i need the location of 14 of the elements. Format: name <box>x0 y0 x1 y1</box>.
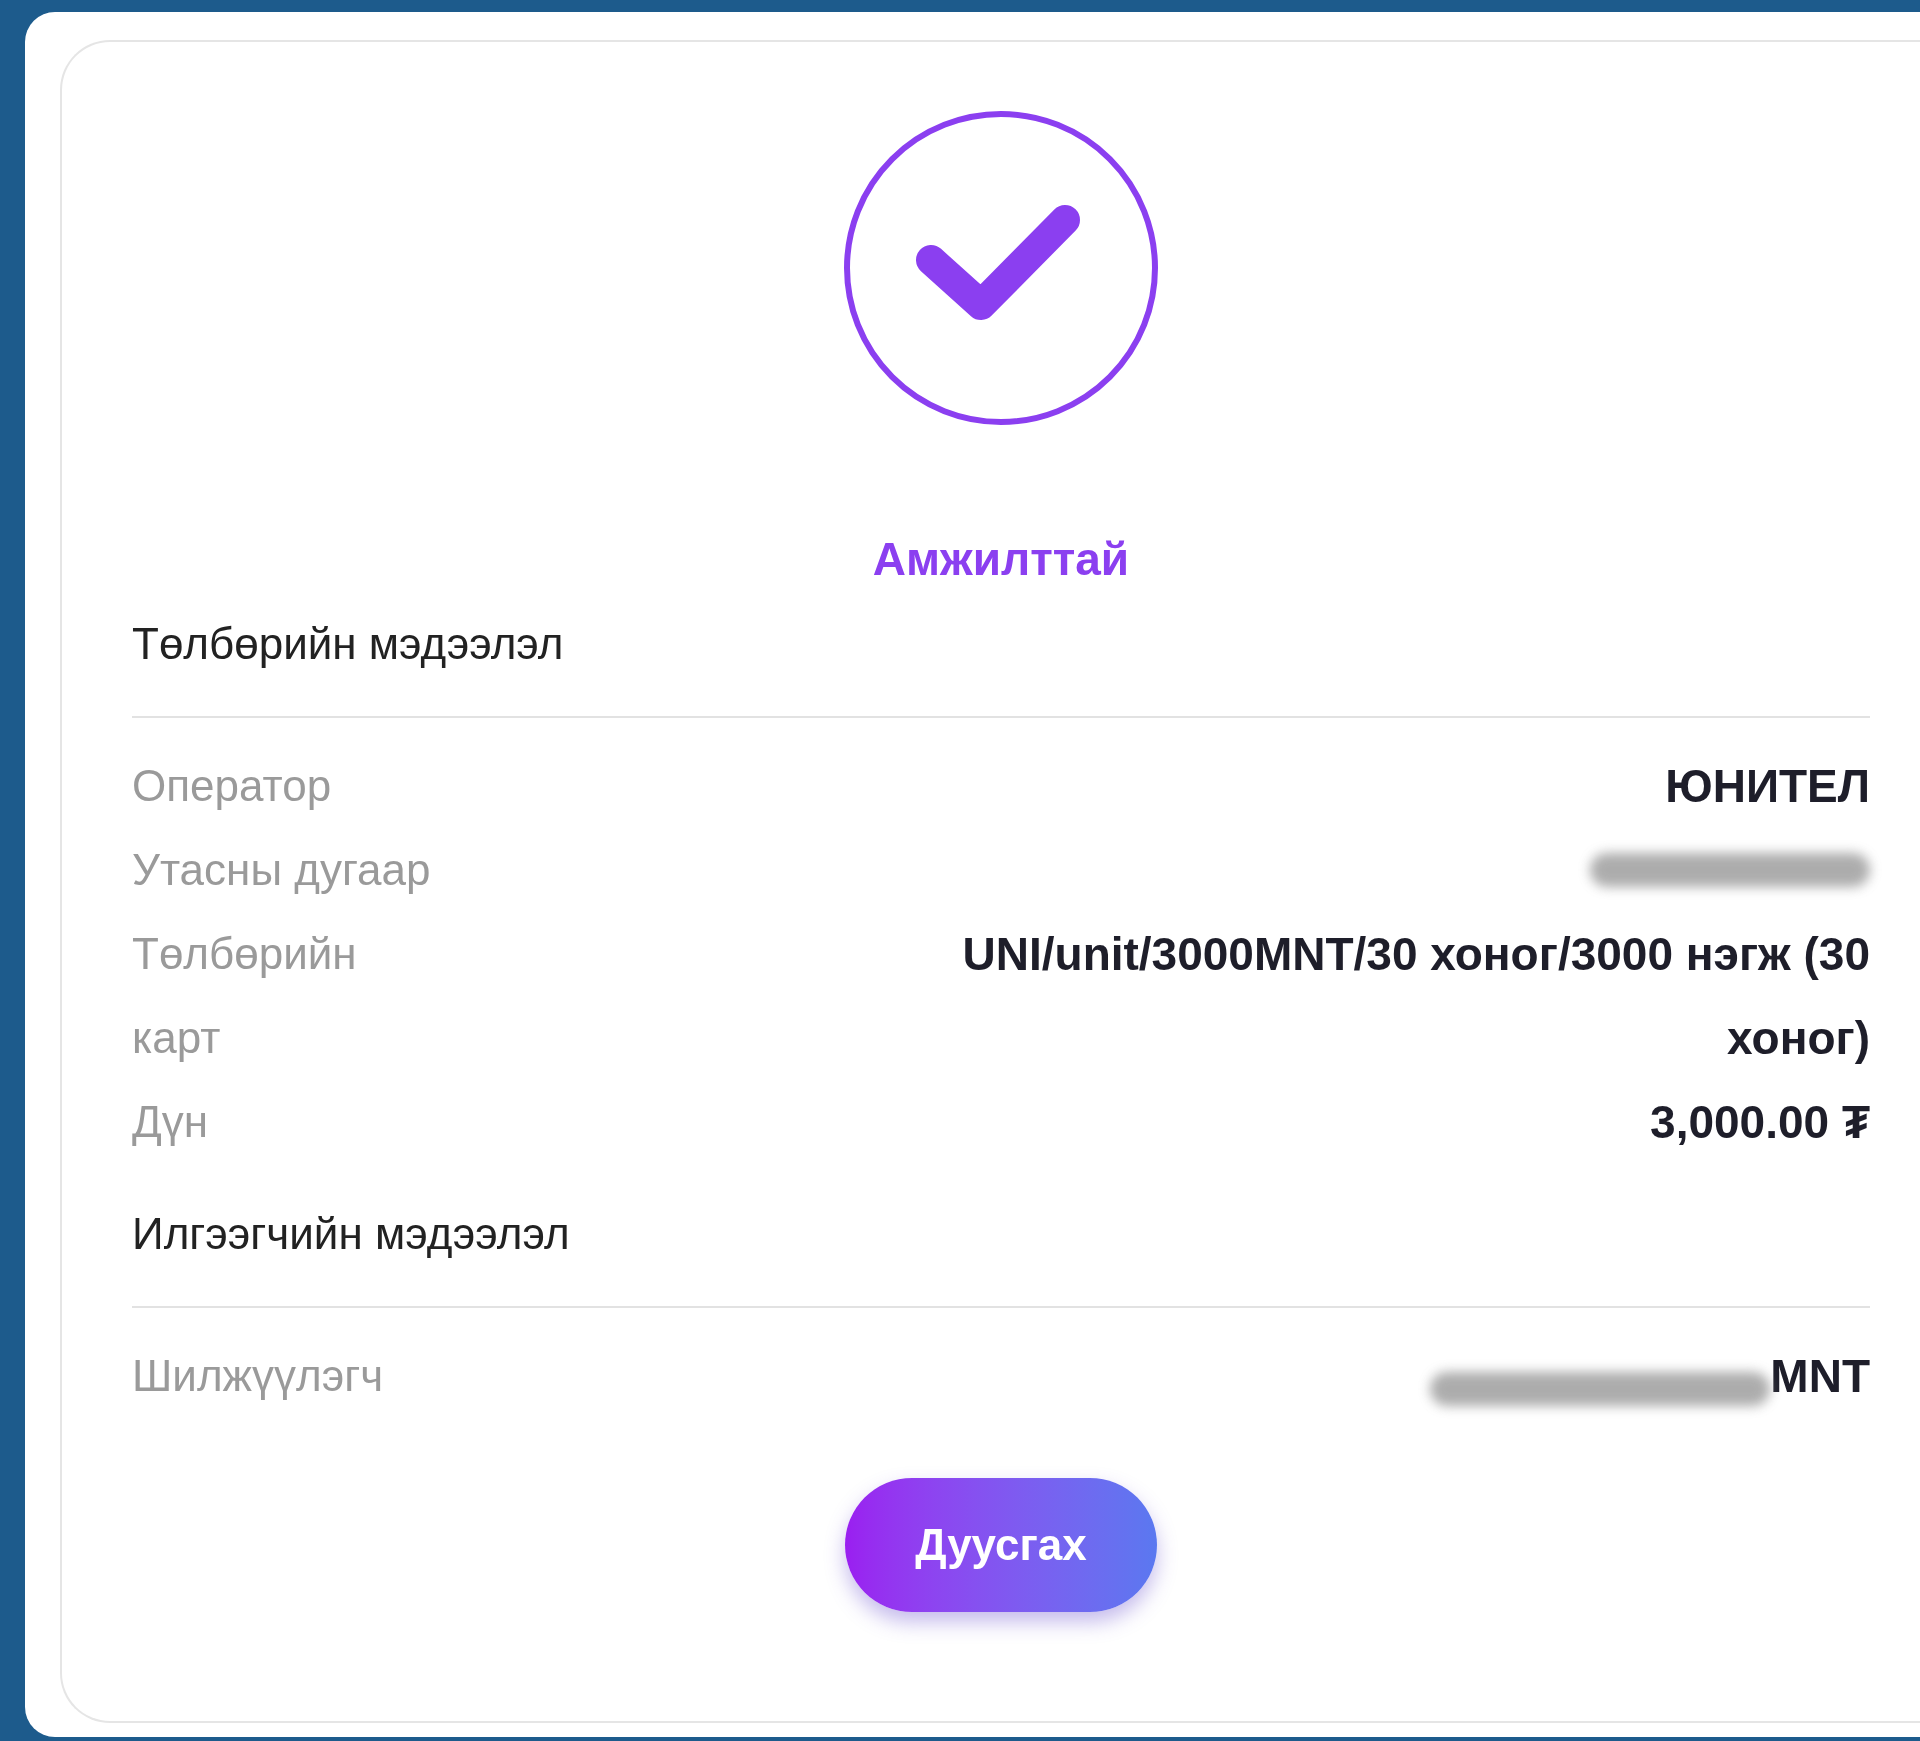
check-circle-icon <box>843 110 1159 426</box>
field-label: Оператор <box>132 760 333 812</box>
section-heading: Төлбөрийн мэдээлэл <box>132 622 565 666</box>
section-heading: Илгээгчийн мэдээлэл <box>132 1212 571 1256</box>
field-label: Утасны дугаар <box>132 844 432 896</box>
field-value: 3,000.00 ₮ <box>1650 1095 1870 1150</box>
finish-button[interactable]: Дуусгах <box>845 1478 1157 1612</box>
field-label: Шилжүүлэгч <box>132 1350 385 1402</box>
field-value: UNI/unit/3000MNT/30 хоног/3000 нэгж (30 хоног) <box>961 927 1870 1066</box>
status-title: Амжилттай <box>872 536 1130 582</box>
field-value: MNT <box>1770 1349 1870 1404</box>
field-label: Дүн <box>132 1096 210 1148</box>
field-label: Төлбөрийн карт <box>132 928 358 1064</box>
field-value: ЮНИТЕЛ <box>1665 759 1870 814</box>
